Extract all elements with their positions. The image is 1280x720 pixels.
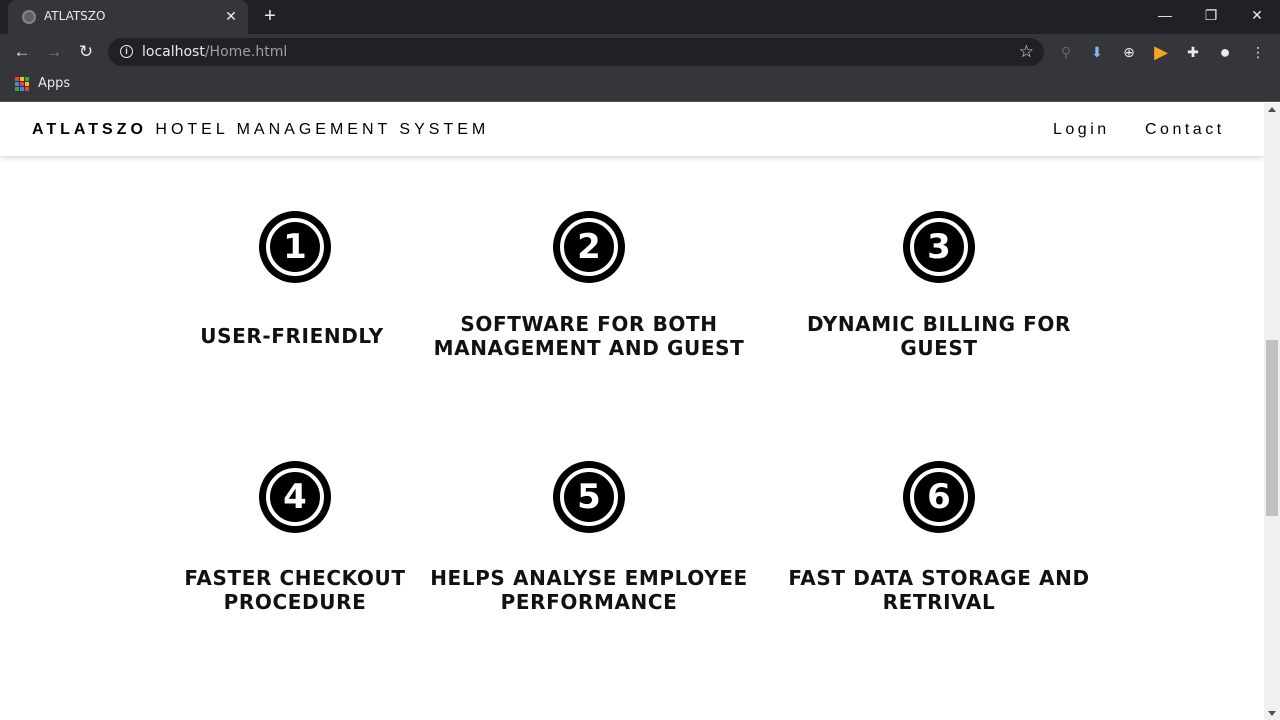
address-bar[interactable]: i localhost/Home.html ☆ <box>108 38 1044 66</box>
site-navbar: ATLATSZO HOTEL MANAGEMENT SYSTEM Login C… <box>0 103 1264 156</box>
play-extension-icon[interactable]: ▶ <box>1152 43 1170 61</box>
window-close-button[interactable]: ✕ <box>1234 0 1280 30</box>
tab-title: ATLATSZO <box>44 9 106 23</box>
browser-toolbar: ← → ↻ i localhost/Home.html ☆ ⚲ ⬇ ⊕ ▶ ✚ … <box>0 34 1280 70</box>
feature-title-2: SOFTWARE FOR BOTH MANAGEMENT AND GUEST <box>433 312 745 360</box>
download-extension-icon[interactable]: ⬇ <box>1088 43 1106 61</box>
browser-tab-strip: ATLATSZO ✕ + — ❐ ✕ <box>0 0 1280 34</box>
forward-arrow-icon[interactable]: → <box>40 38 68 66</box>
site-info-icon[interactable]: i <box>120 45 133 58</box>
feature-title-6: FAST DATA STORAGE AND RETRIVAL <box>788 566 1090 614</box>
page-viewport: ATLATSZO HOTEL MANAGEMENT SYSTEM Login C… <box>0 103 1264 720</box>
number-badge-3: 3 <box>903 211 975 283</box>
feature-title-3: DYNAMIC BILLING FOR GUEST <box>806 312 1072 360</box>
back-arrow-icon[interactable]: ← <box>8 38 36 66</box>
feature-title-1: USER-FRIENDLY <box>200 324 384 348</box>
feature-title-5: HELPS ANALYSE EMPLOYEE PERFORMANCE <box>430 566 748 614</box>
site-brand[interactable]: ATLATSZO HOTEL MANAGEMENT SYSTEM <box>32 121 489 139</box>
number-badge-4: 4 <box>259 461 331 533</box>
puzzle-extensions-icon[interactable]: ✚ <box>1184 43 1202 61</box>
page-scrollbar[interactable] <box>1264 103 1280 720</box>
new-tab-button[interactable]: + <box>258 5 282 29</box>
profile-avatar-icon[interactable]: ● <box>1216 43 1234 61</box>
bookmark-star-icon[interactable]: ☆ <box>1019 42 1034 62</box>
url-text[interactable]: localhost/Home.html <box>142 44 287 60</box>
nav-contact-link[interactable]: Contact <box>1145 121 1225 139</box>
key-icon[interactable]: ⚲ <box>1057 43 1075 61</box>
apps-bookmark[interactable]: Apps <box>38 76 70 91</box>
bookmarks-bar <box>0 70 1280 102</box>
globe-icon <box>22 10 36 24</box>
number-badge-1: 1 <box>259 211 331 283</box>
reload-icon[interactable]: ↻ <box>72 38 100 66</box>
number-badge-6: 6 <box>903 461 975 533</box>
number-badge-2: 2 <box>553 211 625 283</box>
scroll-up-arrow-icon[interactable] <box>1268 107 1276 112</box>
number-badge-5: 5 <box>553 461 625 533</box>
apps-grid-icon[interactable] <box>15 77 29 91</box>
scrollbar-thumb[interactable] <box>1266 340 1278 516</box>
nav-login-link[interactable]: Login <box>1053 121 1110 139</box>
menu-dots-icon[interactable]: ⋮ <box>1249 43 1267 61</box>
download-circle-icon[interactable]: ⊕ <box>1120 43 1138 61</box>
scroll-down-arrow-icon[interactable] <box>1268 711 1276 716</box>
browser-tab[interactable]: ATLATSZO ✕ <box>8 0 248 34</box>
minimize-button[interactable]: — <box>1142 0 1188 30</box>
feature-title-4: FASTER CHECKOUT PROCEDURE <box>184 566 406 614</box>
restore-button[interactable]: ❐ <box>1188 0 1234 30</box>
tab-close-icon[interactable]: ✕ <box>222 7 240 25</box>
